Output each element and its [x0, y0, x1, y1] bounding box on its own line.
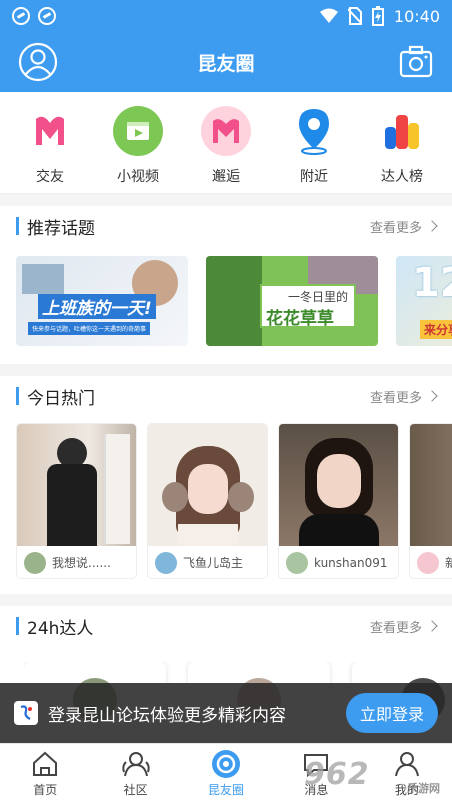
topics-header: 推荐话题 查看更多: [0, 206, 452, 246]
divider: [0, 364, 452, 376]
category-label: 邂逅: [212, 169, 240, 185]
login-banner: 登录昆山论坛体验更多精彩内容 立即登录: [0, 683, 452, 743]
clock: 10:40: [393, 6, 440, 26]
user-avatar: [286, 551, 308, 574]
nav-label: 社区: [123, 783, 148, 797]
video-icon: [111, 104, 165, 158]
category-label: 附近: [300, 169, 328, 185]
user-avatar: [417, 551, 439, 574]
section-title: 24h达人: [27, 618, 94, 639]
circle-icon: [211, 749, 241, 779]
hot-header: 今日热门 查看更多: [0, 376, 452, 416]
user-name: 我想说......: [52, 556, 111, 570]
page-title: 昆友圈: [197, 52, 255, 75]
section-marker: [16, 617, 19, 635]
chevron-right-icon: [426, 220, 438, 232]
category-ranking[interactable]: 达人榜: [362, 92, 442, 193]
topic-card[interactable]: 12 来分享: [396, 256, 452, 346]
experts-header: 24h达人 查看更多: [0, 606, 452, 646]
more-label: 查看更多: [369, 220, 422, 236]
login-prompt: 登录昆山论坛体验更多精彩内容: [48, 705, 286, 726]
section-title: 推荐话题: [27, 218, 95, 239]
hot-more-link[interactable]: 查看更多: [369, 387, 438, 406]
login-button[interactable]: 立即登录: [345, 693, 438, 733]
sync-icon: [38, 7, 56, 25]
hot-list: 我想说...... 飞鱼儿岛主 kunshan091 新: [16, 423, 452, 579]
sync-icon: [12, 7, 30, 25]
post-photo: [148, 424, 267, 546]
post-photo: [410, 424, 452, 546]
topic-caption: 12: [412, 260, 452, 306]
section-title: 今日热门: [27, 388, 95, 409]
user-avatar-icon[interactable]: [18, 42, 58, 82]
user-avatar: [155, 551, 177, 574]
topic-caption: 上班族的一天!: [38, 294, 156, 319]
post-photo: [279, 424, 398, 546]
section-marker: [16, 387, 19, 405]
category-menu: 交友 小视频 邂逅 附近 达人榜: [0, 92, 452, 194]
nav-label: 昆友圈: [208, 783, 245, 797]
forum-logo-icon: [14, 701, 38, 725]
topic-image: [22, 264, 64, 294]
watermark-text: 乐游网: [407, 782, 440, 795]
divider: [0, 594, 452, 606]
nav-circle[interactable]: 昆友圈: [181, 744, 271, 803]
status-bar: 10:40: [0, 0, 452, 32]
more-label: 查看更多: [369, 620, 422, 636]
hot-post-card[interactable]: 新: [409, 423, 452, 579]
hot-post-card[interactable]: 飞鱼儿岛主: [147, 423, 268, 579]
encounter-icon: [199, 104, 253, 158]
topics-more-link[interactable]: 查看更多: [369, 217, 438, 236]
user-avatar: [24, 551, 46, 574]
no-sim-icon: [347, 7, 362, 25]
topics-list: 上班族的一天! 快来参与话题，吐槽你这一天遇到的奇葩事 一冬日里的 花花草草 1…: [16, 256, 452, 346]
topic-caption: 花花草草: [266, 309, 334, 329]
user-name: 新: [445, 554, 452, 571]
section-marker: [16, 217, 19, 235]
wifi-icon: [319, 8, 338, 23]
community-icon: [121, 749, 151, 779]
watermark-logo: 962: [304, 756, 370, 792]
topic-caption: 一冬日里的: [288, 290, 349, 304]
chevron-right-icon: [426, 620, 438, 632]
location-pin-icon: [287, 104, 341, 158]
hot-post-card[interactable]: 我想说......: [16, 423, 137, 579]
experts-more-link[interactable]: 查看更多: [369, 617, 438, 636]
post-photo: [17, 424, 136, 546]
nav-community[interactable]: 社区: [90, 744, 180, 803]
home-icon: [30, 749, 60, 779]
category-encounter[interactable]: 邂逅: [186, 92, 266, 193]
site-watermark: 962 乐游网: [304, 752, 444, 796]
chevron-right-icon: [426, 390, 438, 402]
user-name: 飞鱼儿岛主: [183, 556, 244, 570]
divider: [0, 194, 452, 206]
topic-card[interactable]: 一冬日里的 花花草草: [206, 256, 378, 346]
ranking-bars-icon: [375, 104, 429, 158]
nav-label: 首页: [33, 783, 58, 797]
topic-image: [206, 256, 262, 346]
category-label: 达人榜: [381, 169, 423, 185]
heart-m-icon: [23, 104, 77, 158]
category-friends[interactable]: 交友: [10, 92, 90, 193]
topic-card[interactable]: 上班族的一天! 快来参与话题，吐槽你这一天遇到的奇葩事: [16, 256, 188, 346]
topic-caption: 来分享: [420, 320, 452, 339]
hot-post-card[interactable]: kunshan091: [278, 423, 399, 579]
app-bar: 昆友圈: [0, 32, 452, 92]
user-name: kunshan091: [314, 555, 388, 570]
topic-subcaption: 快来参与话题，吐槽你这一天遇到的奇葩事: [28, 322, 151, 335]
more-label: 查看更多: [369, 390, 422, 406]
battery-charging-icon: [371, 6, 384, 26]
category-label: 交友: [36, 169, 64, 185]
nav-home[interactable]: 首页: [0, 744, 90, 803]
category-short-video[interactable]: 小视频: [98, 92, 178, 193]
camera-icon[interactable]: [398, 44, 434, 80]
category-label: 小视频: [117, 169, 159, 185]
category-nearby[interactable]: 附近: [274, 92, 354, 193]
